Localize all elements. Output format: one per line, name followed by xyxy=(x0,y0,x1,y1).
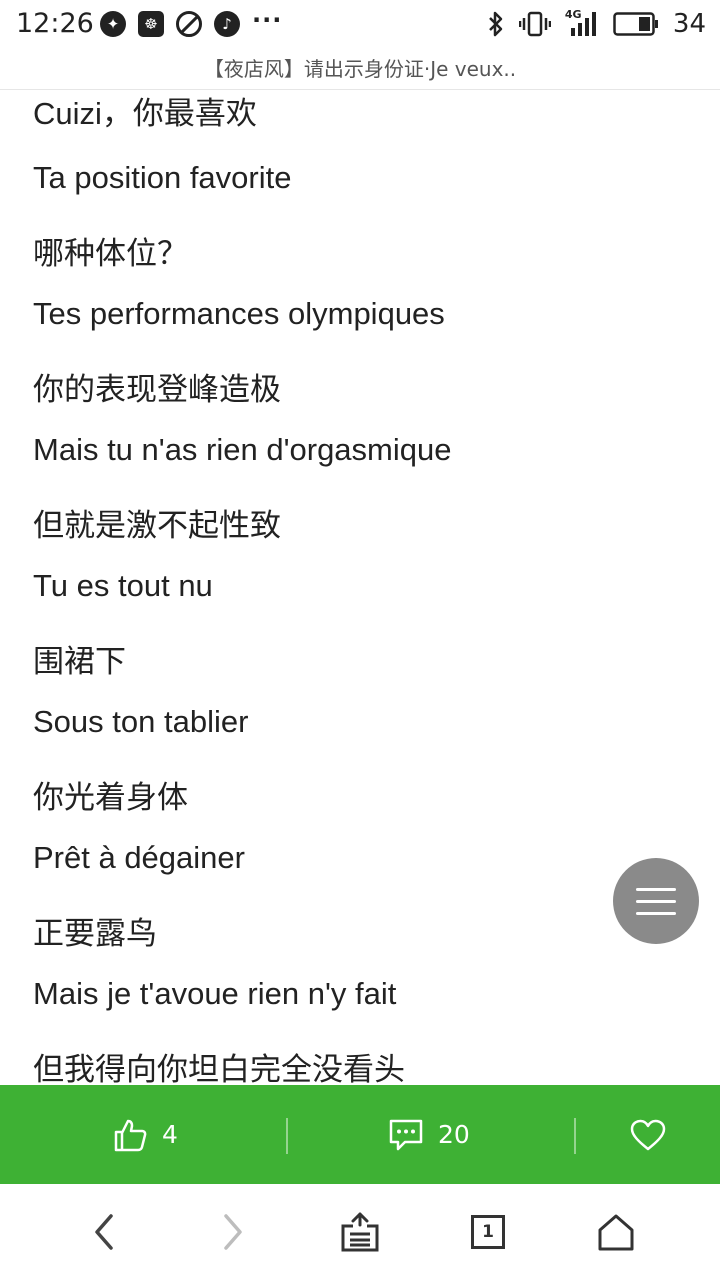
uc-browser-notification-icon: ☸ xyxy=(138,11,164,37)
favorite-button[interactable] xyxy=(630,1085,666,1184)
battery-icon xyxy=(613,12,658,36)
forward-button[interactable] xyxy=(203,1202,263,1262)
action-bar: 4 20 xyxy=(0,1085,720,1184)
action-divider xyxy=(286,1118,288,1154)
signal-icon: 4G xyxy=(565,8,599,38)
lyric-line: 但就是激不起性致 xyxy=(33,508,281,543)
bluetooth-icon xyxy=(489,11,503,37)
lyrics-list: Cuizi，你最喜欢 Ta position favorite 哪种体位？ Te… xyxy=(33,90,452,1085)
action-divider xyxy=(574,1118,576,1154)
home-icon xyxy=(598,1214,634,1251)
lyric-line: 正要露鸟 xyxy=(33,916,157,951)
lyric-line: Cuizi，你最喜欢 xyxy=(33,96,257,131)
more-notifications-icon: ··· xyxy=(252,6,283,34)
like-button[interactable]: 4 xyxy=(112,1085,178,1184)
share-button[interactable] xyxy=(330,1202,390,1262)
vibrate-icon xyxy=(518,11,551,37)
system-icons: 4G 34 xyxy=(487,8,706,39)
chevron-left-icon xyxy=(95,1214,113,1250)
floating-menu-button[interactable] xyxy=(613,858,699,944)
thumbs-up-icon xyxy=(114,1119,147,1151)
lyric-line: Ta position favorite xyxy=(33,160,292,195)
comment-icon xyxy=(389,1119,423,1150)
status-bar: 12:26 ✦ ☸ ♪ ··· 4G 34 xyxy=(0,0,720,50)
tab-count: 1 xyxy=(482,1222,494,1242)
chevron-right-icon xyxy=(224,1214,242,1250)
lyric-line: 哪种体位？ xyxy=(33,236,188,271)
lyric-line: 围裙下 xyxy=(33,644,126,679)
lyric-line: Mais tu n'as rien d'orgasmique xyxy=(33,432,452,467)
tabs-count-icon: 1 xyxy=(471,1215,505,1249)
article-content[interactable]: Cuizi，你最喜欢 Ta position favorite 哪种体位？ Te… xyxy=(0,90,720,1085)
back-button[interactable] xyxy=(74,1202,134,1262)
lyric-line: Prêt à dégainer xyxy=(33,840,245,875)
lyric-line: 你光着身体 xyxy=(33,780,188,815)
app-notification-icon: ✦ xyxy=(100,11,126,37)
lyric-line: Tu es tout nu xyxy=(33,568,213,603)
share-icon xyxy=(341,1212,379,1252)
lyric-line: Mais je t'avoue rien n'y fait xyxy=(33,976,397,1011)
page-title-bar[interactable]: 【夜店风】请出示身份证·Je veux.. xyxy=(0,50,720,90)
heart-icon xyxy=(630,1119,666,1150)
tabs-button[interactable]: 1 xyxy=(458,1202,518,1262)
lyric-line: Sous ton tablier xyxy=(33,704,249,739)
status-time: 12:26 xyxy=(16,8,94,39)
browser-nav-bar: 1 xyxy=(0,1184,720,1280)
music-notification-icon: ♪ xyxy=(214,11,240,37)
lyric-line: 你的表现登峰造极 xyxy=(33,372,281,407)
comment-count: 20 xyxy=(438,1120,470,1149)
home-button[interactable] xyxy=(586,1202,646,1262)
page-title: 【夜店风】请出示身份证·Je veux.. xyxy=(203,57,517,81)
like-count: 4 xyxy=(162,1120,178,1149)
do-not-disturb-icon xyxy=(176,11,202,37)
lyric-line: 但我得向你坦白完全没看头 xyxy=(33,1052,405,1085)
comment-button[interactable]: 20 xyxy=(388,1085,470,1184)
notification-icons: ✦ ☸ ♪ ··· xyxy=(100,6,282,37)
battery-level: 34 xyxy=(672,9,706,39)
lyric-line: Tes performances olympiques xyxy=(33,296,445,331)
menu-icon xyxy=(636,887,676,891)
